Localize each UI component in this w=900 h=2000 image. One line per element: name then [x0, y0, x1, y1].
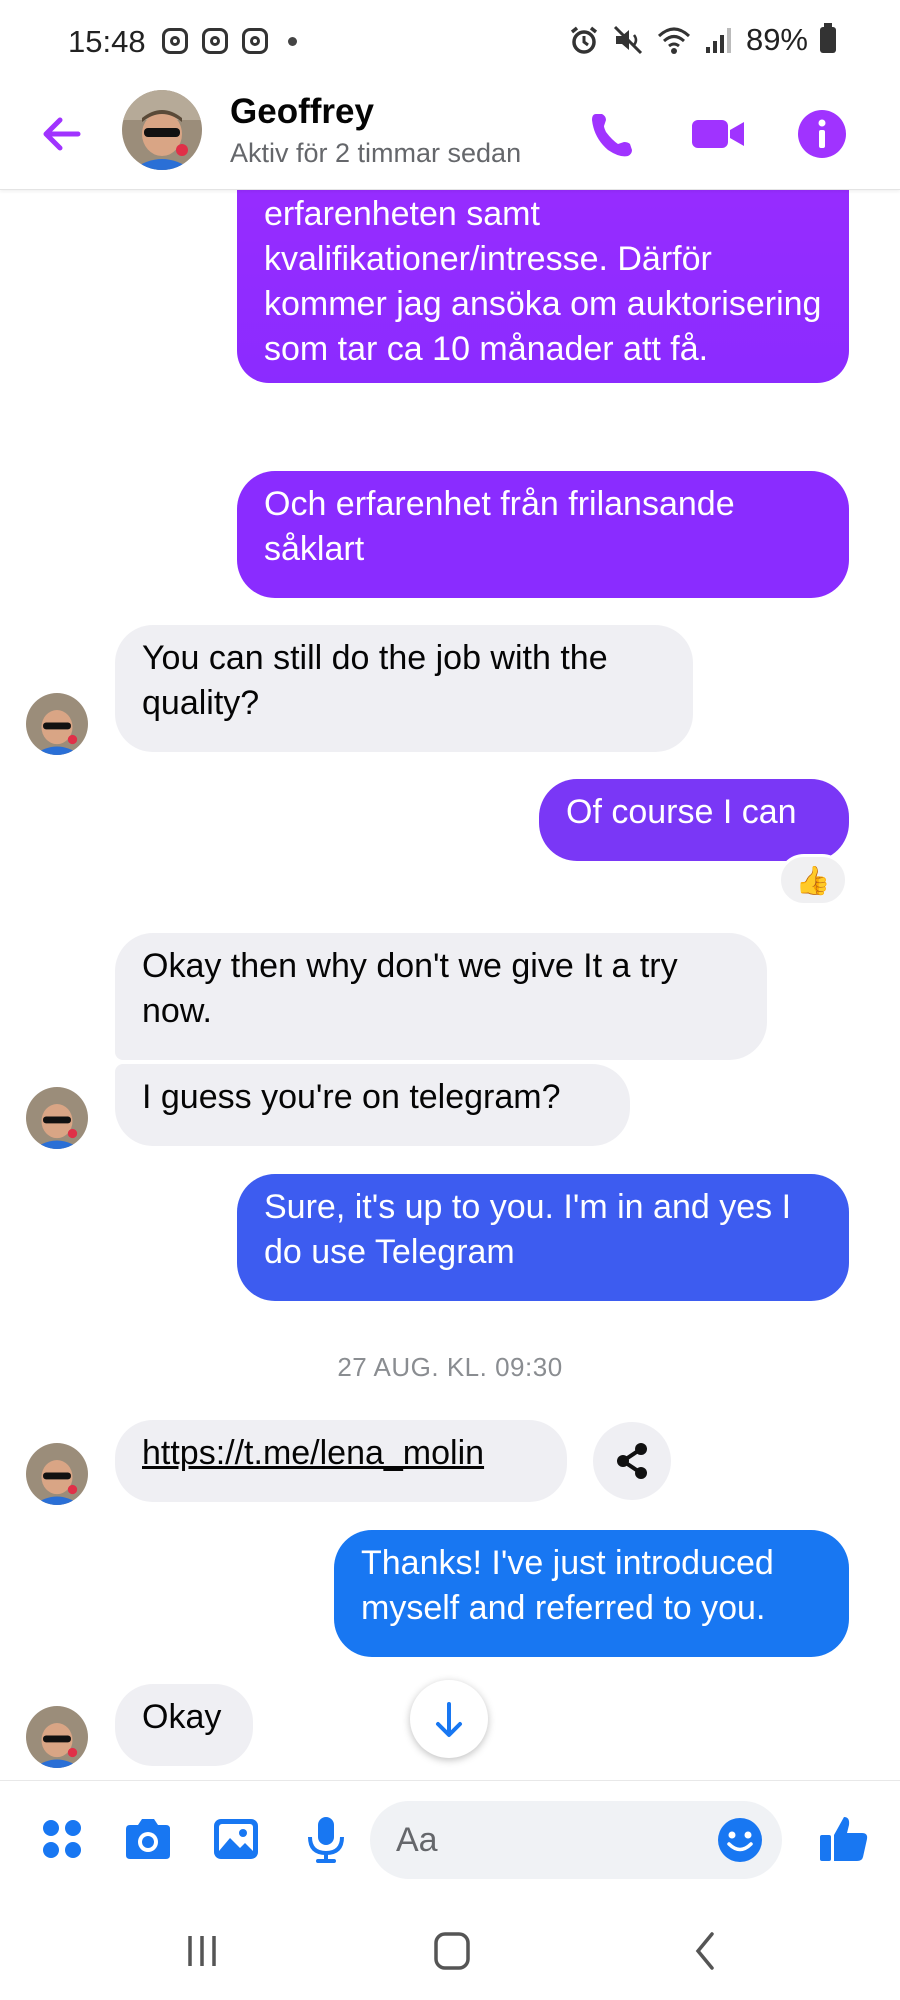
message-text: You can still do the job with the qualit…: [142, 639, 608, 722]
message-incoming[interactable]: You can still do the job with the qualit…: [115, 625, 693, 752]
message-incoming[interactable]: Okay: [115, 1684, 253, 1766]
thumbs-up-emoji-icon: 👍: [795, 864, 831, 896]
message-outgoing[interactable]: erfarenheten samt kvalifikationer/intres…: [237, 190, 849, 383]
contact-name[interactable]: Geoffrey: [230, 92, 374, 132]
message-text: I guess you're on telegram?: [142, 1078, 561, 1116]
system-back-button[interactable]: [676, 1926, 736, 1976]
message-text: Okay then why don't we give It a try now…: [142, 947, 678, 1030]
message-outgoing[interactable]: Och erfarenhet från frilansande såklart: [237, 471, 849, 598]
contact-avatar-small[interactable]: [26, 1087, 88, 1149]
conversation-info-button[interactable]: [792, 104, 852, 164]
send-like-button[interactable]: [816, 1811, 872, 1867]
video-call-button[interactable]: [688, 104, 748, 164]
grid-dots-icon: [43, 1820, 81, 1858]
alarm-icon: [570, 26, 598, 54]
wifi-icon: [657, 27, 690, 54]
camera-button[interactable]: [120, 1811, 176, 1867]
message-outgoing[interactable]: Thanks! I've just introduced myself and …: [334, 1530, 849, 1657]
phone-icon: [592, 114, 632, 157]
instagram-notification-icon: [162, 28, 188, 54]
avatar-image: [26, 693, 88, 755]
home-icon: [434, 1932, 470, 1970]
camera-icon: [126, 1819, 170, 1859]
contact-active-status: Aktiv för 2 timmar sedan: [230, 138, 522, 168]
message-link[interactable]: https://t.me/lena_molin: [142, 1434, 484, 1472]
more-actions-button[interactable]: [34, 1811, 90, 1867]
avatar-image: [122, 90, 202, 170]
info-icon: [798, 110, 846, 158]
voice-message-button[interactable]: [298, 1811, 354, 1867]
share-icon: [617, 1443, 647, 1479]
message-incoming[interactable]: Okay then why don't we give It a try now…: [115, 933, 767, 1060]
message-outgoing[interactable]: Sure, it's up to you. I'm in and yes I d…: [237, 1174, 849, 1301]
message-thread[interactable]: erfarenheten samt kvalifikationer/intres…: [0, 190, 900, 1780]
mute-icon: [613, 25, 643, 55]
status-right: 89%: [568, 20, 836, 60]
arrow-left-icon: [43, 117, 81, 151]
message-text: Of course I can: [566, 793, 797, 831]
share-button[interactable]: [593, 1422, 671, 1500]
message-input-container[interactable]: [370, 1801, 782, 1879]
image-icon: [214, 1819, 258, 1859]
gallery-button[interactable]: [208, 1811, 264, 1867]
message-reaction[interactable]: 👍: [778, 854, 848, 906]
system-navigation-bar: [0, 1900, 900, 2000]
message-text: Och erfarenhet från frilansande såklart: [264, 485, 735, 568]
video-camera-icon: [692, 120, 744, 148]
message-incoming[interactable]: I guess you're on telegram?: [115, 1064, 630, 1146]
contact-avatar-small[interactable]: [26, 1706, 88, 1768]
recent-apps-icon: [188, 1936, 216, 1966]
message-timestamp: 27 AUG. KL. 09:30: [337, 1352, 563, 1382]
smiley-icon: [718, 1818, 762, 1862]
avatar-image: [26, 1443, 88, 1505]
message-text: Sure, it's up to you. I'm in and yes I d…: [264, 1188, 792, 1271]
status-time: 15:48: [68, 24, 146, 59]
chevron-left-icon: [695, 1932, 714, 1970]
message-text: Okay: [142, 1698, 222, 1736]
recent-apps-button[interactable]: [172, 1926, 232, 1976]
status-bar: 15:48 89%: [0, 0, 900, 82]
contact-avatar-small[interactable]: [26, 1443, 88, 1505]
message-text: erfarenheten samt kvalifikationer/intres…: [264, 195, 822, 368]
instagram-notification-icon: [202, 28, 228, 54]
microphone-icon: [308, 1817, 344, 1863]
signal-icon: [705, 28, 731, 53]
message-incoming[interactable]: https://t.me/lena_molin: [115, 1420, 567, 1502]
message-input[interactable]: [396, 1815, 696, 1865]
conversation-header: Geoffrey Aktiv för 2 timmar sedan: [0, 82, 900, 190]
home-button[interactable]: [422, 1926, 482, 1976]
voice-call-button[interactable]: [582, 104, 642, 164]
back-button[interactable]: [34, 106, 90, 162]
avatar-image: [26, 1087, 88, 1149]
battery-percentage: 89%: [745, 22, 808, 57]
arrow-down-icon: [436, 1702, 462, 1737]
battery-icon: [820, 23, 836, 53]
scroll-to-bottom-button[interactable]: [410, 1680, 488, 1758]
thumbs-up-icon: [820, 1817, 868, 1861]
more-notifications-dot-icon: [288, 37, 297, 46]
contact-avatar-small[interactable]: [26, 693, 88, 755]
contact-avatar[interactable]: [122, 90, 202, 170]
message-text: Thanks! I've just introduced myself and …: [361, 1544, 774, 1627]
message-composer: [0, 1780, 900, 1900]
message-outgoing[interactable]: Of course I can: [539, 779, 849, 861]
instagram-notification-icon: [242, 28, 268, 54]
emoji-button[interactable]: [712, 1812, 768, 1868]
avatar-image: [26, 1706, 88, 1768]
